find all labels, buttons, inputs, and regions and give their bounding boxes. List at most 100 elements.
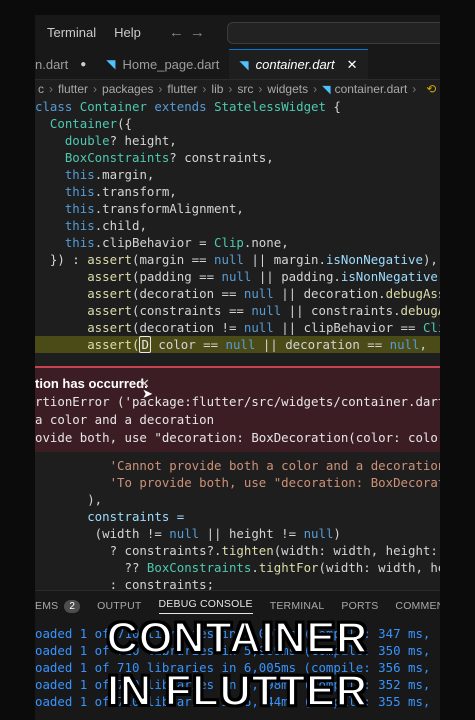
code-token: (margin ==: [131, 252, 215, 267]
code-line[interactable]: double? height,: [35, 132, 440, 149]
tab-label: n.dart: [35, 56, 69, 72]
tab-debug-console[interactable]: DEBUG CONSOLE: [158, 598, 253, 614]
code-token: BoxConstraints: [146, 560, 252, 575]
tab-comments[interactable]: COMMENTS: [395, 600, 440, 612]
tab-main-dart[interactable]: n.dart ●: [35, 49, 96, 79]
code-line[interactable]: Container({: [35, 115, 440, 132]
code-token: (width !=: [35, 526, 170, 541]
chevron-right-icon: ›: [258, 82, 263, 96]
menubar: Terminal Help ←→: [35, 15, 440, 49]
highlighted-code-line[interactable]: assert(D color == null || decoration == …: [35, 336, 440, 353]
code-line[interactable]: this.margin,: [35, 166, 440, 183]
code-token: ? constraints?.: [35, 543, 222, 558]
code-line[interactable]: constraints =: [35, 508, 440, 525]
breadcrumb-item[interactable]: lib: [211, 82, 223, 96]
breadcrumb: c › flutter › packages › flutter › lib › src ›…: [35, 80, 440, 98]
menu-help[interactable]: Help: [114, 25, 141, 40]
code-token: color ==: [150, 337, 226, 352]
tab-container-dart[interactable]: ◥ container.dart ✕: [229, 49, 368, 79]
code-token: BoxConstraints: [35, 150, 170, 165]
code-token: .margin,: [94, 167, 155, 182]
code-token: ),: [35, 492, 103, 507]
overlay-caption-line-2: IN FLUTTER: [106, 666, 368, 716]
menu-terminal[interactable]: Terminal: [47, 25, 96, 40]
code-token: null: [243, 320, 274, 335]
code-token: debugAssert: [385, 286, 440, 301]
breadcrumb-item[interactable]: container.dart: [335, 82, 408, 96]
tab-label: container.dart: [255, 57, 335, 72]
code-token: ??: [35, 560, 147, 575]
code-token: ,: [419, 337, 427, 352]
code-line[interactable]: this.transformAlignment,: [35, 200, 440, 217]
code-token: null: [225, 337, 256, 352]
code-line[interactable]: this.transform,: [35, 183, 440, 200]
breadcrumb-item[interactable]: c: [38, 82, 44, 96]
code-token: null: [389, 337, 420, 352]
breadcrumb-item[interactable]: flutter: [167, 82, 197, 96]
breadcrumb-item[interactable]: packages: [102, 82, 153, 96]
code-token: || margin.: [243, 252, 326, 267]
code-line[interactable]: assert(padding == null || padding.isNonN…: [35, 268, 440, 285]
editor-tabs: n.dart ● ◥ Home_page.dart ◥ container.da…: [35, 49, 440, 80]
code-line[interactable]: }) : assert(margin == null || margin.isN…: [35, 251, 440, 268]
text-cursor: D: [139, 336, 151, 353]
code-line[interactable]: ?? BoxConstraints.tightFor(width: width,…: [35, 559, 440, 576]
code-token: null: [221, 269, 252, 284]
code-token: assert: [87, 252, 132, 267]
code-token: ({: [117, 116, 132, 131]
code-token: ),: [438, 269, 440, 284]
tab-ports[interactable]: PORTS: [341, 600, 378, 612]
breadcrumb-item[interactable]: flutter: [58, 82, 88, 96]
code-line[interactable]: this.clipBehavior = Clip.none,: [35, 234, 440, 251]
chevron-right-icon: ›: [202, 82, 207, 96]
forward-arrow-icon[interactable]: →: [190, 24, 211, 41]
code-line[interactable]: assert(constraints == null || constraint…: [35, 302, 440, 319]
code-line[interactable]: (width != null || height != null): [35, 525, 440, 542]
breadcrumb-item[interactable]: src: [237, 82, 253, 96]
code-token: (constraints ==: [131, 303, 252, 318]
symbol-icon[interactable]: ⟲: [426, 82, 436, 96]
code-token: double: [35, 133, 110, 148]
code-editor-bottom[interactable]: 'Cannot provide both a color and a decor…: [35, 457, 440, 593]
code-line[interactable]: BoxConstraints? constraints,: [35, 149, 440, 166]
code-token: class: [35, 99, 80, 114]
code-token: this: [35, 167, 95, 182]
breadcrumb-item[interactable]: widgets: [267, 82, 308, 96]
tab-terminal[interactable]: TERMINAL: [270, 600, 325, 612]
code-editor-top[interactable]: class Container extends StatelessWidget …: [35, 98, 440, 336]
nav-arrows: ←→: [169, 24, 211, 41]
exception-message-line: rtionError ('package:flutter/src/widgets…: [35, 394, 440, 409]
code-token: 'Cannot provide both a color and a decor…: [35, 458, 440, 473]
code-line[interactable]: ),: [35, 491, 440, 508]
tab-output[interactable]: OUTPUT: [97, 600, 141, 612]
modified-dot-icon: ●: [80, 58, 87, 70]
code-token: || constraints.: [281, 303, 401, 318]
exception-heading: tion has occurred.: [35, 376, 148, 391]
code-line[interactable]: this.child,: [35, 217, 440, 234]
code-line[interactable]: 'To provide both, use "decoration: BoxDe…: [35, 474, 440, 491]
code-token: {: [333, 99, 341, 114]
code-token: tightFor: [258, 560, 319, 575]
code-token: null: [243, 286, 274, 301]
code-line[interactable]: assert(decoration == null || decoration.…: [35, 285, 440, 302]
tab-home-page-dart[interactable]: ◥ Home_page.dart: [96, 49, 229, 79]
code-line[interactable]: class Container extends StatelessWidget …: [35, 98, 440, 115]
tab-problems[interactable]: EMS: [35, 600, 58, 612]
code-token: tighten: [221, 543, 274, 558]
code-line[interactable]: assert(decoration != null || clipBehavio…: [35, 319, 440, 336]
chevron-right-icon: ›: [49, 82, 53, 96]
command-center-search[interactable]: [227, 22, 440, 44]
code-line[interactable]: 'Cannot provide both a color and a decor…: [35, 457, 440, 474]
code-token: .transform,: [94, 184, 177, 199]
code-token: || decoration.: [273, 286, 386, 301]
chevron-right-icon: ›: [412, 82, 417, 96]
overlay-caption-line-1: CONTAINER: [106, 613, 369, 663]
code-token: || height !=: [199, 526, 304, 541]
code-token: extends: [154, 99, 215, 114]
code-token: .none,: [243, 235, 289, 250]
code-token: StatelessWidget: [214, 99, 334, 114]
code-token: (decoration ==: [131, 286, 244, 301]
code-line[interactable]: ? constraints?.tighten(width: width, hei…: [35, 542, 440, 559]
back-arrow-icon[interactable]: ←: [169, 24, 190, 41]
close-tab-icon[interactable]: ✕: [347, 57, 358, 73]
